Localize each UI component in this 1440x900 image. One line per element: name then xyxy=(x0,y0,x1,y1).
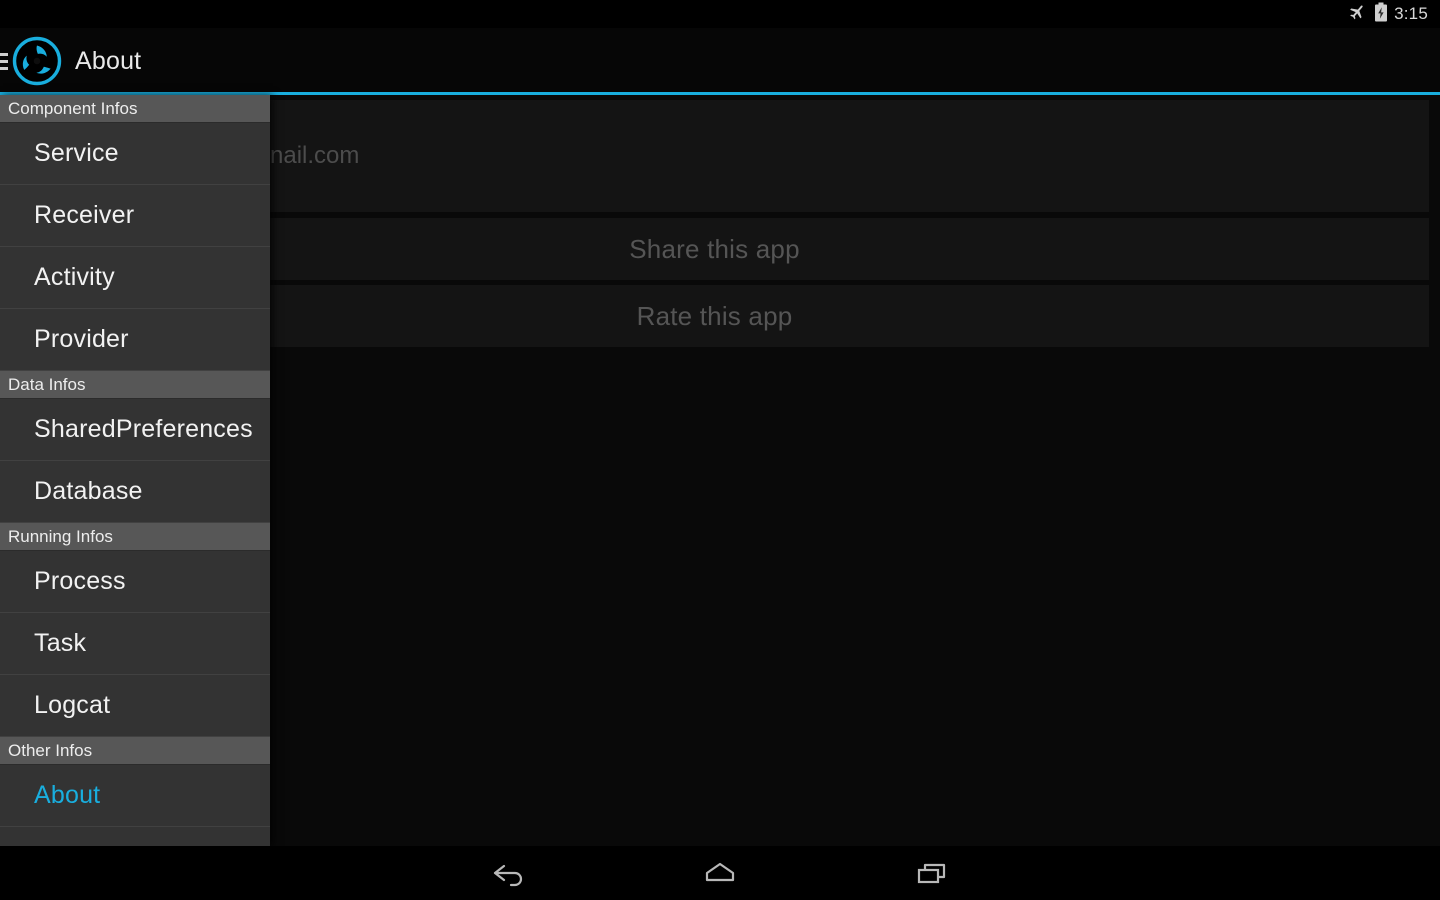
rate-this-app-label: Rate this app xyxy=(636,300,793,331)
drawer-item-label: Process xyxy=(34,567,126,595)
drawer-item-logcat[interactable]: Logcat xyxy=(0,675,270,737)
email-text: nail.com xyxy=(270,142,360,169)
drawer-section-header-other-infos: Other Infos xyxy=(0,737,270,765)
drawer-section-header-component-infos: Component Infos xyxy=(0,95,270,123)
action-bar: About xyxy=(0,28,1440,94)
app-logo-pinwheel-icon[interactable] xyxy=(11,35,63,87)
drawer-item-receiver[interactable]: Receiver xyxy=(0,185,270,247)
status-bar: 3:15 xyxy=(0,0,1440,28)
drawer-item-sharedpreferences[interactable]: SharedPreferences xyxy=(0,399,270,461)
navigation-drawer[interactable]: Component Infos Service Receiver Activit… xyxy=(0,95,270,846)
airplane-mode-icon xyxy=(1348,2,1367,26)
battery-charging-icon xyxy=(1374,2,1388,27)
drawer-item-label: Receiver xyxy=(34,201,135,229)
drawer-section-header-data-infos: Data Infos xyxy=(0,371,270,399)
drawer-item-label: Logcat xyxy=(34,691,111,719)
drawer-item-task[interactable]: Task xyxy=(0,613,270,675)
drawer-item-label: Provider xyxy=(34,325,129,353)
recents-icon[interactable] xyxy=(896,846,968,900)
status-icon-group xyxy=(1348,2,1388,27)
drawer-item-about[interactable]: About xyxy=(0,765,270,827)
home-icon[interactable] xyxy=(684,846,756,900)
hamburger-bar-2 xyxy=(0,59,8,63)
drawer-item-label: Database xyxy=(34,477,143,505)
drawer-item-label: Service xyxy=(34,139,119,167)
hamburger-menu-icon[interactable] xyxy=(0,52,8,70)
drawer-item-label: Activity xyxy=(34,263,115,291)
drawer-item-service[interactable]: Service xyxy=(0,123,270,185)
drawer-item-activity[interactable]: Activity xyxy=(0,247,270,309)
back-icon[interactable] xyxy=(472,846,544,900)
share-this-app-label: Share this app xyxy=(629,233,800,264)
hamburger-bar-1 xyxy=(0,52,8,56)
drawer-item-process[interactable]: Process xyxy=(0,551,270,613)
drawer-item-label: About xyxy=(34,781,101,809)
hamburger-bar-3 xyxy=(0,66,8,70)
android-screen: 3:15 About nail.com Share this app Rate … xyxy=(0,0,1440,900)
status-bar-clock: 3:15 xyxy=(1394,4,1428,23)
system-navigation-bar xyxy=(0,846,1440,900)
drawer-section-header-running-infos: Running Infos xyxy=(0,523,270,551)
drawer-item-provider[interactable]: Provider xyxy=(0,309,270,371)
drawer-item-partial-next[interactable] xyxy=(0,827,270,841)
drawer-item-label: Task xyxy=(34,629,87,657)
drawer-item-label: SharedPreferences xyxy=(34,415,253,443)
page-title: About xyxy=(75,46,142,75)
drawer-item-database[interactable]: Database xyxy=(0,461,270,523)
